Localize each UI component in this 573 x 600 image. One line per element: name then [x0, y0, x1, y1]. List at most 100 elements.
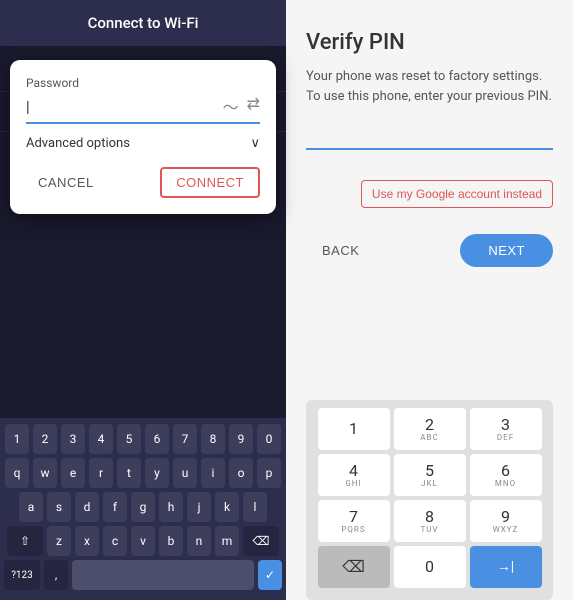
- num-sub-4: GHI: [345, 479, 361, 488]
- cancel-button[interactable]: CANCEL: [26, 169, 106, 196]
- key-j[interactable]: j: [187, 492, 211, 522]
- symbols-key[interactable]: ?123: [4, 560, 40, 590]
- num-main-6: 6: [501, 463, 510, 479]
- space-key[interactable]: [72, 560, 254, 590]
- eye-icon[interactable]: 〜: [223, 94, 239, 118]
- key-d[interactable]: d: [75, 492, 99, 522]
- key-2[interactable]: 2: [33, 424, 57, 454]
- back-button[interactable]: BACK: [306, 235, 375, 266]
- num-main-8: 8: [425, 509, 434, 525]
- key-5[interactable]: 5: [117, 424, 141, 454]
- key-p[interactable]: p: [257, 458, 281, 488]
- num-row-3: 7 PQRS 8 TUV 9 WXYZ: [310, 500, 549, 542]
- key-w[interactable]: w: [33, 458, 57, 488]
- chevron-down-icon: ∨: [250, 136, 260, 151]
- key-8[interactable]: 8: [201, 424, 225, 454]
- num-sub-5: JKL: [421, 479, 438, 488]
- key-t[interactable]: t: [117, 458, 141, 488]
- num-row-2: 4 GHI 5 JKL 6 MNO: [310, 454, 549, 496]
- num-key-9[interactable]: 9 WXYZ: [470, 500, 542, 542]
- num-key-0[interactable]: 0: [394, 546, 466, 588]
- google-account-button[interactable]: Use my Google account instead: [361, 180, 553, 208]
- key-g[interactable]: g: [131, 492, 155, 522]
- key-i[interactable]: i: [201, 458, 225, 488]
- done-key[interactable]: ✓: [258, 560, 282, 590]
- key-h[interactable]: h: [159, 492, 183, 522]
- advanced-options-row[interactable]: Advanced options ∨: [26, 136, 260, 151]
- key-row-qwerty: q w e r t y u i o p: [4, 458, 282, 488]
- nav-buttons: BACK NEXT: [306, 234, 553, 267]
- num-main-0: 0: [425, 559, 434, 575]
- left-panel: Connect to Wi-Fi 📶 MobileTeam › 📶 Networ…: [0, 0, 286, 600]
- num-key-3[interactable]: 3 DEF: [470, 408, 542, 450]
- num-key-4[interactable]: 4 GHI: [318, 454, 390, 496]
- key-u[interactable]: u: [173, 458, 197, 488]
- num-sub-9: WXYZ: [493, 525, 519, 534]
- num-main-5: 5: [425, 463, 434, 479]
- num-main-1: 1: [349, 421, 358, 437]
- num-key-6[interactable]: 6 MNO: [470, 454, 542, 496]
- wifi-header: Connect to Wi-Fi: [0, 0, 286, 46]
- verify-description: Your phone was reset to factory settings…: [306, 67, 553, 106]
- key-row-bottom: ?123 , ✓: [4, 560, 282, 590]
- wifi-password-dialog: Password 〜 ⇄ Advanced options ∨ CANCEL C…: [10, 60, 276, 214]
- num-row-1: 1 2 ABC 3 DEF: [310, 408, 549, 450]
- key-k[interactable]: k: [215, 492, 239, 522]
- num-key-8[interactable]: 8 TUV: [394, 500, 466, 542]
- key-x[interactable]: x: [75, 526, 99, 556]
- key-1[interactable]: 1: [5, 424, 29, 454]
- num-key-7[interactable]: 7 PQRS: [318, 500, 390, 542]
- password-input-row: 〜 ⇄: [26, 94, 260, 124]
- num-key-2[interactable]: 2 ABC: [394, 408, 466, 450]
- key-o[interactable]: o: [229, 458, 253, 488]
- key-l[interactable]: l: [243, 492, 267, 522]
- comma-key[interactable]: ,: [44, 560, 68, 590]
- key-3[interactable]: 3: [61, 424, 85, 454]
- key-9[interactable]: 9: [229, 424, 253, 454]
- key-r[interactable]: r: [89, 458, 113, 488]
- key-m[interactable]: m: [215, 526, 239, 556]
- key-n[interactable]: n: [187, 526, 211, 556]
- num-sub-6: MNO: [495, 479, 516, 488]
- key-0[interactable]: 0: [257, 424, 281, 454]
- key-z[interactable]: z: [47, 526, 71, 556]
- next-button[interactable]: NEXT: [460, 234, 553, 267]
- key-f[interactable]: f: [103, 492, 127, 522]
- num-key-backspace[interactable]: ⌫: [318, 546, 390, 588]
- numpad: 1 2 ABC 3 DEF 4 GHI 5 JKL 6 MNO: [306, 400, 553, 600]
- expand-icon[interactable]: ⇄: [247, 94, 260, 118]
- connect-button[interactable]: CONNECT: [160, 167, 260, 198]
- key-v[interactable]: v: [131, 526, 155, 556]
- input-icons: 〜 ⇄: [223, 94, 260, 118]
- num-sub-8: TUV: [420, 525, 438, 534]
- backspace-key[interactable]: ⌫: [243, 526, 279, 556]
- num-key-5[interactable]: 5 JKL: [394, 454, 466, 496]
- key-c[interactable]: c: [103, 526, 127, 556]
- num-key-enter[interactable]: →|: [470, 546, 542, 588]
- dialog-buttons: CANCEL CONNECT: [26, 167, 260, 198]
- enter-icon: →|: [497, 560, 514, 574]
- password-input[interactable]: [26, 98, 223, 114]
- key-row-zxcv: ⇧ z x c v b n m ⌫: [4, 526, 282, 556]
- keyboard: 1 2 3 4 5 6 7 8 9 0 q w e r t y u i o p …: [0, 418, 286, 600]
- advanced-options-label: Advanced options: [26, 136, 130, 151]
- key-b[interactable]: b: [159, 526, 183, 556]
- key-a[interactable]: a: [19, 492, 43, 522]
- backspace-icon: ⌫: [342, 559, 365, 575]
- key-4[interactable]: 4: [89, 424, 113, 454]
- key-s[interactable]: s: [47, 492, 71, 522]
- key-7[interactable]: 7: [173, 424, 197, 454]
- num-key-1[interactable]: 1: [318, 408, 390, 450]
- pin-input[interactable]: [306, 130, 553, 150]
- shift-key[interactable]: ⇧: [7, 526, 43, 556]
- google-account-wrapper: Use my Google account instead: [306, 180, 553, 224]
- num-row-4: ⌫ 0 →|: [310, 546, 549, 588]
- key-e[interactable]: e: [61, 458, 85, 488]
- key-y[interactable]: y: [145, 458, 169, 488]
- num-main-4: 4: [349, 463, 358, 479]
- num-sub-7: PQRS: [341, 525, 365, 534]
- key-6[interactable]: 6: [145, 424, 169, 454]
- key-q[interactable]: q: [5, 458, 29, 488]
- key-row-numbers: 1 2 3 4 5 6 7 8 9 0: [4, 424, 282, 454]
- verify-title: Verify PIN: [306, 30, 553, 55]
